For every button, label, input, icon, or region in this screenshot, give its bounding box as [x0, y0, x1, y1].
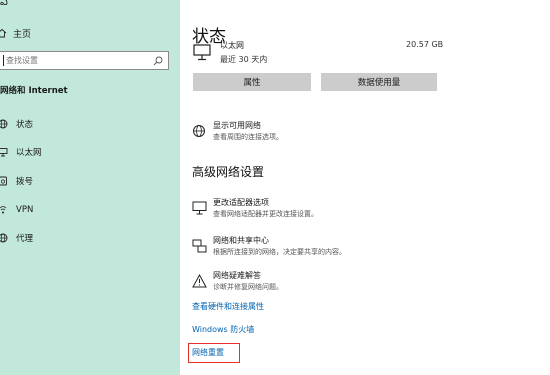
sidebar-item-label: 拨号	[16, 177, 34, 187]
hardware-properties-link[interactable]: 查看硬件和连接属性	[192, 301, 264, 312]
globe-network-icon	[193, 125, 205, 137]
main-content: 状态 以太网 最近 30 天内 20.57 GB 属性 数据使用量 显示可用网络…	[180, 0, 550, 375]
search-icon[interactable]	[153, 56, 163, 66]
adapter-options-desc: 查看网络适配器并更改连接设置。	[213, 210, 318, 218]
sidebar-item-home[interactable]: 主页	[0, 26, 31, 40]
ethernet-name: 以太网	[220, 41, 244, 50]
search-input[interactable]	[6, 53, 148, 68]
sharing-center-title: 网络和共享中心	[213, 236, 269, 245]
warning-triangle-icon	[192, 274, 207, 288]
proxy-globe-icon	[0, 233, 8, 243]
ethernet-monitor-icon	[193, 44, 211, 61]
sidebar: ఎ 主页 网络和 Internet 状态 以太网	[0, 0, 180, 375]
dialup-phone-icon	[0, 176, 7, 186]
firewall-link[interactable]: Windows 防火墙	[192, 324, 254, 335]
sidebar-item-ethernet[interactable]: 以太网	[0, 145, 170, 159]
window-glyph: ఎ	[0, 0, 8, 5]
text-caret	[3, 55, 4, 66]
sidebar-item-label: 以太网	[16, 148, 42, 158]
highlight-box	[188, 343, 240, 363]
vpn-icon	[0, 206, 7, 214]
sidebar-item-status[interactable]: 状态	[0, 117, 170, 131]
data-usage-button[interactable]: 数据使用量	[321, 73, 437, 91]
home-icon	[0, 28, 7, 38]
adapter-options-title: 更改适配器选项	[213, 198, 269, 207]
troubleshooter-title: 网络疑难解答	[213, 271, 261, 280]
sidebar-item-proxy[interactable]: 代理	[0, 231, 170, 245]
ethernet-icon	[0, 148, 8, 157]
ethernet-period: 最近 30 天内	[220, 55, 268, 64]
troubleshooter-desc: 诊断并修复网络问题。	[213, 283, 283, 291]
sidebar-item-label: VPN	[16, 205, 34, 215]
sidebar-item-label: 代理	[16, 234, 34, 244]
sharing-center-desc: 根据所连接到的网络，决定要共享的内容。	[213, 248, 346, 256]
sidebar-item-label: 状态	[16, 120, 34, 130]
globe-network-icon	[0, 119, 8, 129]
show-networks-desc: 查看周围的连接选项。	[213, 133, 283, 141]
show-networks-title: 显示可用网络	[213, 121, 261, 130]
advanced-settings-heading: 高级网络设置	[192, 165, 265, 179]
properties-button[interactable]: 属性	[193, 73, 311, 91]
sidebar-item-dialup[interactable]: 拨号	[0, 174, 170, 188]
adapter-monitor-icon	[192, 201, 207, 215]
sidebar-section-title: 网络和 Internet	[0, 86, 68, 96]
sharing-center-icon	[192, 239, 207, 253]
ethernet-data-used: 20.57 GB	[406, 40, 444, 49]
search-box[interactable]	[0, 51, 169, 70]
sidebar-item-vpn[interactable]: VPN	[0, 203, 170, 217]
sidebar-item-home-label: 主页	[13, 29, 32, 40]
